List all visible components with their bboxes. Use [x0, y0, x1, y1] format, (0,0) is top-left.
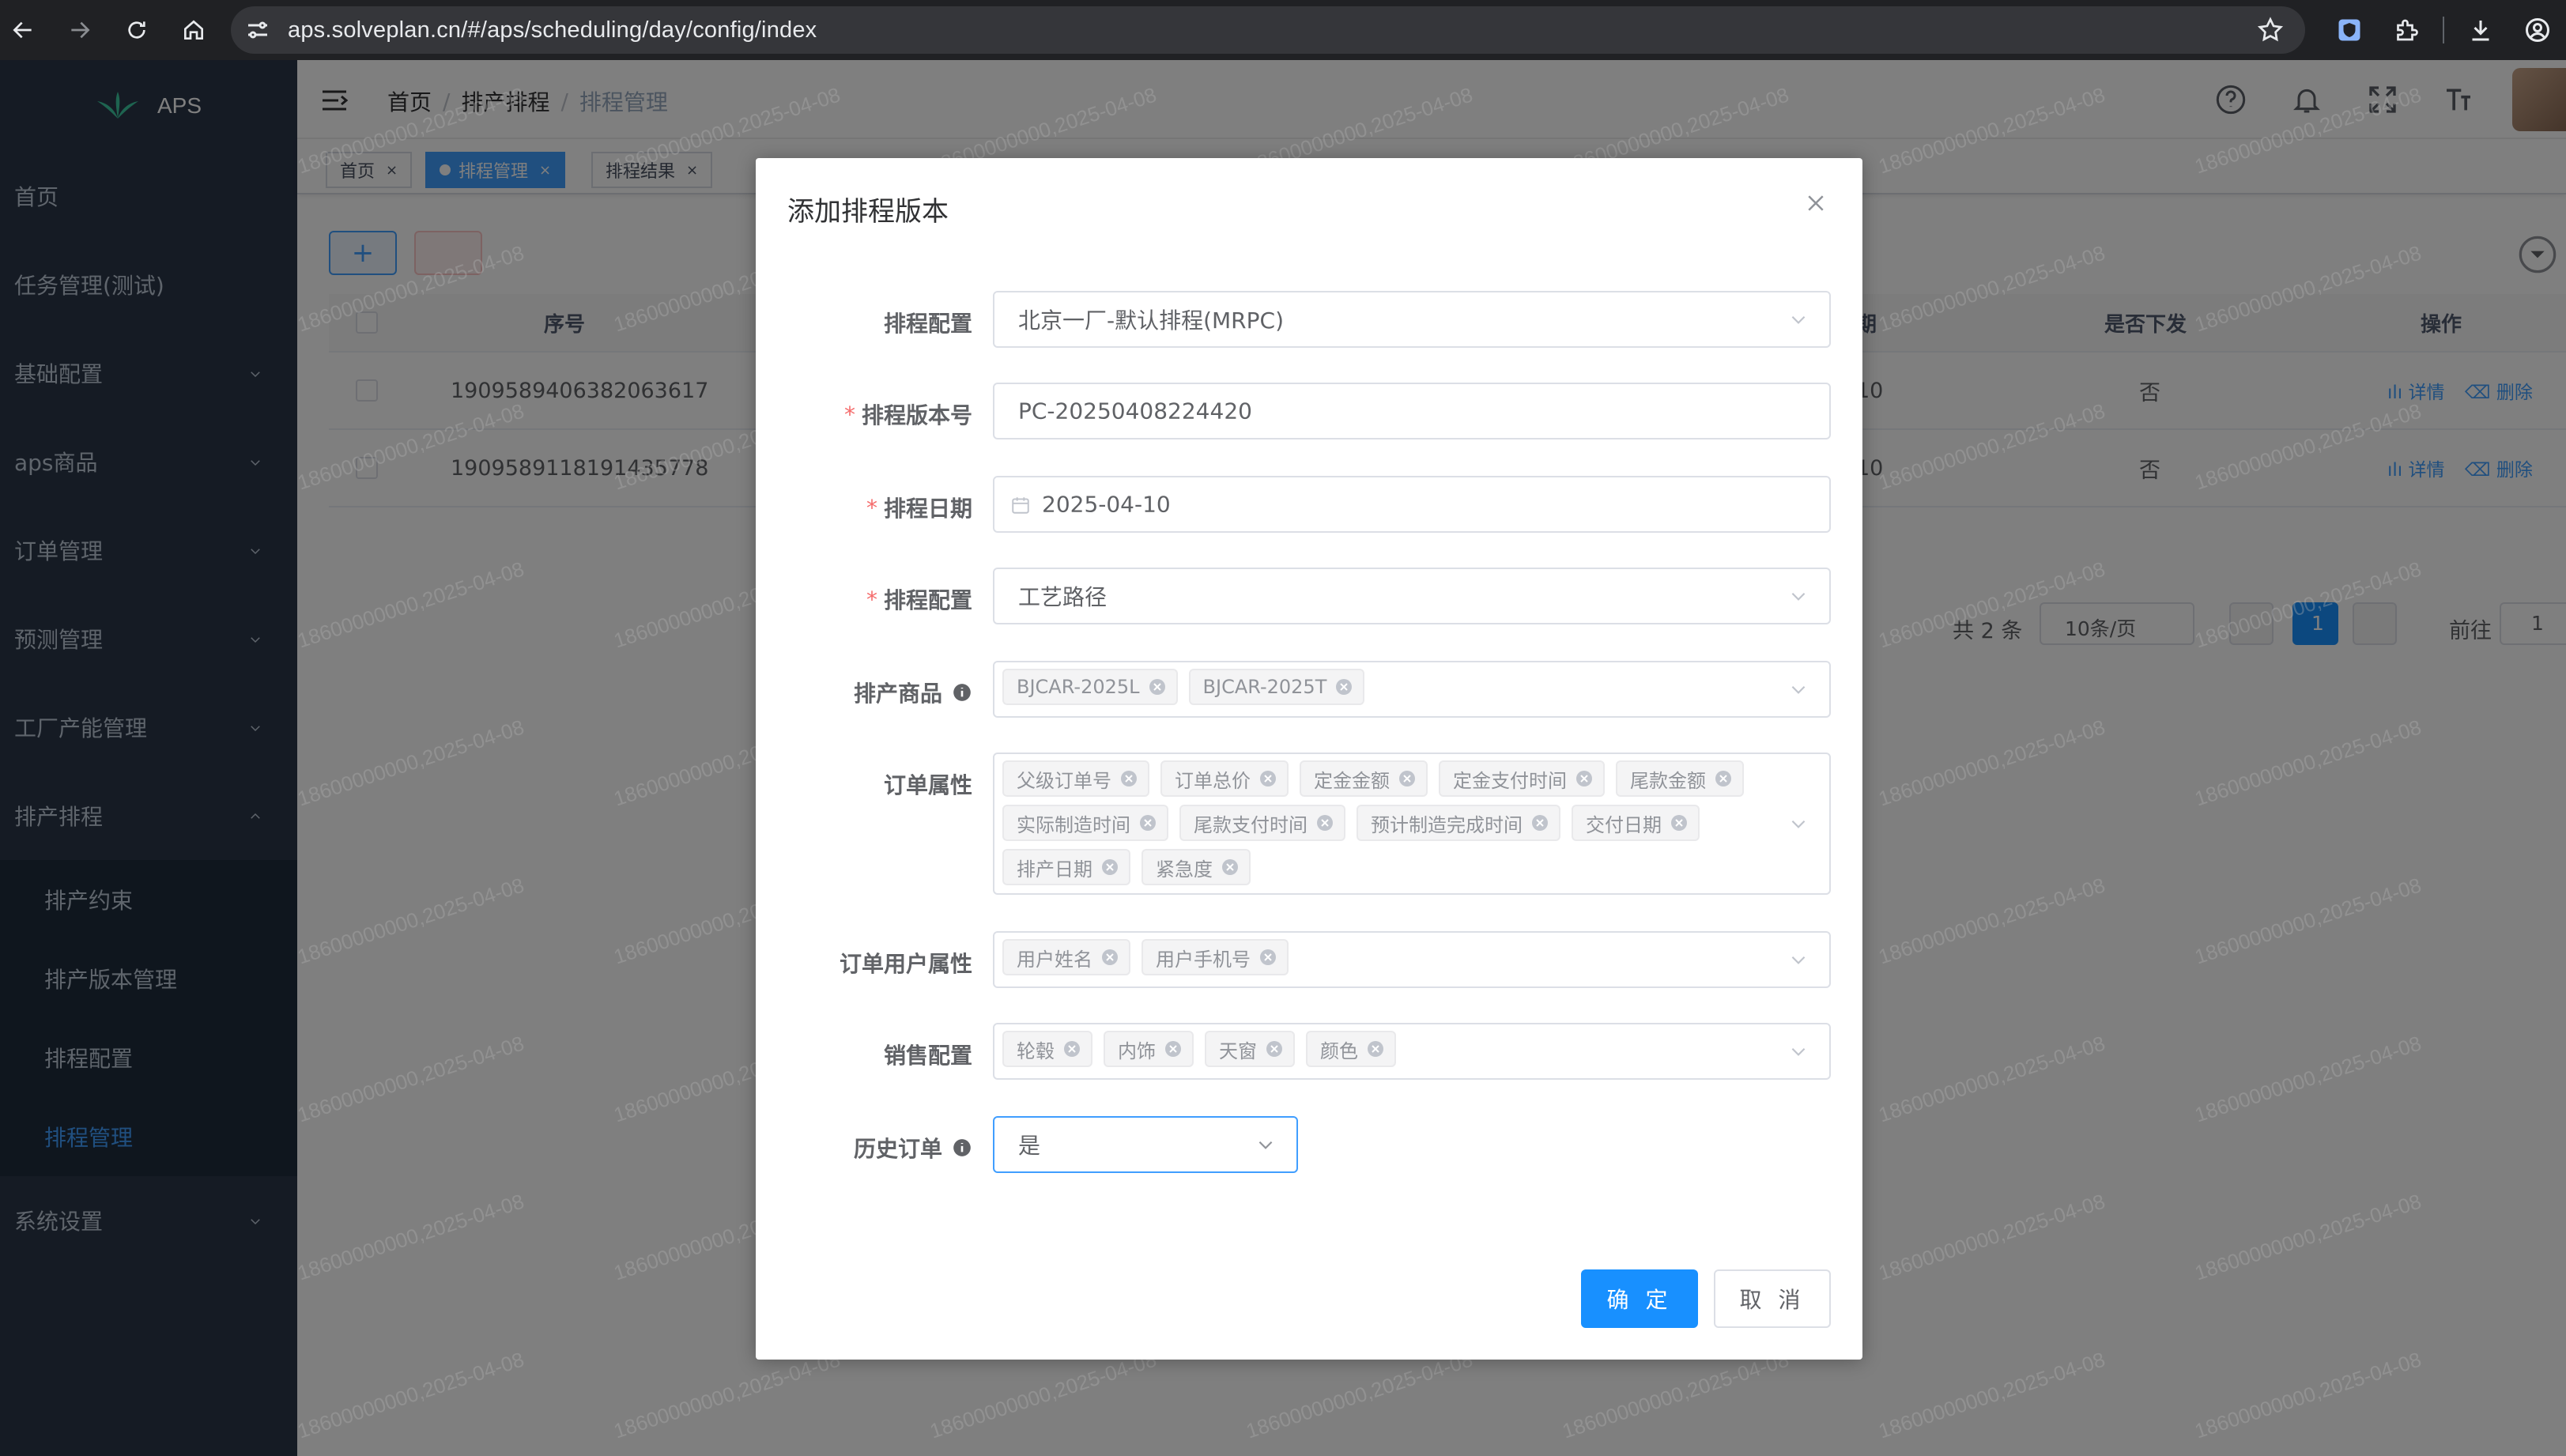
form-label: 订单属性	[883, 772, 972, 798]
user-attrs-multiselect[interactable]: 用户姓名 用户手机号	[993, 931, 1831, 988]
selected-tag: 尾款金额	[1616, 760, 1744, 797]
shield-extension-icon[interactable]	[2335, 16, 2364, 44]
tag-remove-icon[interactable]	[1164, 1039, 1183, 1058]
info-icon[interactable]	[952, 1137, 972, 1158]
tag-remove-icon[interactable]	[1398, 769, 1417, 788]
close-icon[interactable]	[1804, 191, 1828, 215]
selected-tag: 预计制造完成时间	[1357, 805, 1560, 841]
form-label: 排程配置	[883, 311, 972, 337]
tag-remove-icon[interactable]	[1334, 677, 1353, 696]
selected-tag: BJCAR-2025L	[1002, 669, 1178, 705]
selected-tag: 轮毂	[1002, 1031, 1092, 1067]
tag-remove-icon[interactable]	[1148, 677, 1167, 696]
chevron-down-icon	[1791, 820, 1806, 828]
tag-remove-icon[interactable]	[1670, 813, 1689, 832]
browser-extensions	[2321, 0, 2566, 60]
chevron-down-icon	[1791, 315, 1806, 324]
products-tags: BJCAR-2025L BJCAR-2025T	[1002, 669, 1774, 713]
form-label: * 排程版本号	[843, 401, 972, 429]
calendar-icon	[1012, 497, 1029, 514]
bookmark-star-icon[interactable]	[2256, 16, 2285, 44]
arrow-left-icon	[13, 21, 32, 39]
version-input[interactable]: PC-20250408224420	[993, 383, 1831, 439]
tag-remove-icon[interactable]	[1714, 769, 1733, 788]
form-label: * 排程日期	[866, 494, 972, 522]
order-attrs-multiselect[interactable]: 父级订单号 订单总价 定金金额 定金支付时间 尾款金额实际制造时间 尾款支付时间 预计制造完…	[993, 753, 1831, 895]
download-icon[interactable]	[2466, 16, 2495, 44]
selected-tag: 尾款支付时间	[1179, 805, 1345, 841]
reload-icon	[128, 21, 145, 39]
products-multiselect[interactable]: BJCAR-2025L BJCAR-2025T	[993, 661, 1831, 718]
history-select[interactable]: 是	[993, 1116, 1298, 1173]
chevron-down-icon	[1791, 685, 1806, 694]
form-label: 订单用户属性	[839, 951, 972, 977]
tag-remove-icon[interactable]	[1258, 769, 1277, 788]
tag-remove-icon[interactable]	[1100, 858, 1119, 877]
cancel-button[interactable]: 取 消	[1714, 1269, 1831, 1328]
confirm-button[interactable]: 确 定	[1581, 1269, 1698, 1328]
selected-tag: 定金金额	[1300, 760, 1428, 797]
sales-tags: 轮毂 内饰 天窗 颜色	[1002, 1031, 1774, 1075]
url-text: aps.solveplan.cn/#/aps/scheduling/day/co…	[288, 17, 817, 43]
chevron-down-icon	[1791, 1047, 1806, 1056]
tag-remove-icon[interactable]	[1062, 1039, 1081, 1058]
tag-remove-icon[interactable]	[1575, 769, 1594, 788]
arrow-right-icon	[71, 21, 90, 39]
selected-tag: 内饰	[1104, 1031, 1194, 1067]
toolbar-separator	[2443, 17, 2444, 43]
form-label: 排产商品	[854, 677, 972, 708]
add-schedule-version-dialog: 添加排程版本 排程配置 北京一厂-默认排程(MRPC) * 排程版本号 PC-20…	[756, 158, 1862, 1360]
route-select[interactable]: 工艺路径	[993, 568, 1831, 624]
dialog-title: 添加排程版本	[787, 196, 949, 228]
form-label: 销售配置	[883, 1043, 972, 1069]
selected-tag: 父级订单号	[1002, 760, 1149, 797]
tag-remove-icon[interactable]	[1366, 1039, 1385, 1058]
selected-tag: 天窗	[1205, 1031, 1295, 1067]
selected-tag: 用户姓名	[1002, 939, 1130, 975]
selected-tag: 用户手机号	[1141, 939, 1289, 975]
tag-remove-icon[interactable]	[1530, 813, 1549, 832]
chevron-down-icon	[1791, 956, 1806, 964]
site-settings-icon[interactable]	[243, 16, 272, 44]
selected-tag: 排产日期	[1002, 849, 1130, 885]
tag-remove-icon[interactable]	[1258, 948, 1277, 967]
chevron-down-icon	[1258, 1141, 1273, 1149]
selected-tag: 颜色	[1306, 1031, 1396, 1067]
puzzle-extensions-icon[interactable]	[2392, 16, 2421, 44]
date-picker[interactable]: 2025-04-10	[993, 476, 1831, 533]
forward-button[interactable]	[57, 7, 103, 53]
reload-button[interactable]	[114, 7, 160, 53]
selected-tag: 交付日期	[1572, 805, 1700, 841]
profile-icon[interactable]	[2523, 16, 2552, 44]
home-button[interactable]	[171, 7, 217, 53]
order-attrs-tags: 父级订单号 订单总价 定金金额 定金支付时间 尾款金额实际制造时间 尾款支付时间 预计制造完…	[1002, 760, 1774, 893]
tag-remove-icon[interactable]	[1138, 813, 1157, 832]
tag-remove-icon[interactable]	[1315, 813, 1334, 832]
chevron-down-icon	[1791, 592, 1806, 601]
address-bar[interactable]: aps.solveplan.cn/#/aps/scheduling/day/co…	[231, 6, 2305, 54]
info-icon[interactable]	[952, 682, 972, 703]
browser-toolbar: aps.solveplan.cn/#/aps/scheduling/day/co…	[0, 0, 2566, 60]
form-label: * 排程配置	[866, 586, 972, 614]
selected-tag: BJCAR-2025T	[1188, 669, 1365, 705]
selected-tag: 定金支付时间	[1439, 760, 1605, 797]
tag-remove-icon[interactable]	[1100, 948, 1119, 967]
selected-tag: 紧急度	[1141, 849, 1251, 885]
tag-remove-icon[interactable]	[1119, 769, 1138, 788]
tag-remove-icon[interactable]	[1265, 1039, 1284, 1058]
tag-remove-icon[interactable]	[1221, 858, 1240, 877]
config-select[interactable]: 北京一厂-默认排程(MRPC)	[993, 291, 1831, 348]
user-attrs-tags: 用户姓名 用户手机号	[1002, 939, 1774, 983]
selected-tag: 订单总价	[1160, 760, 1289, 797]
back-button[interactable]	[0, 7, 46, 53]
home-icon	[184, 20, 203, 40]
selected-tag: 实际制造时间	[1002, 805, 1168, 841]
sales-multiselect[interactable]: 轮毂 内饰 天窗 颜色	[993, 1023, 1831, 1080]
form-label: 历史订单	[854, 1132, 972, 1164]
